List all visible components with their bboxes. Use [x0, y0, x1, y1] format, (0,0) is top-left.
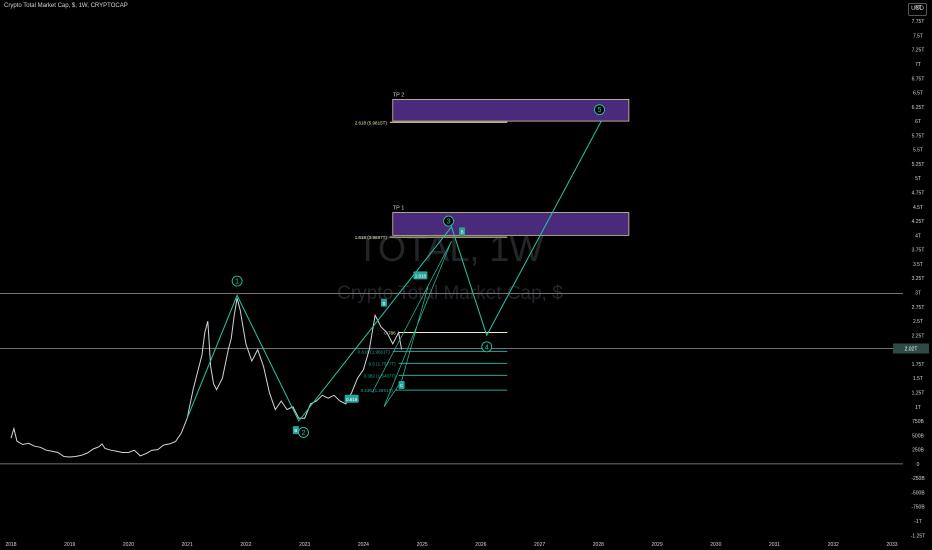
y-axis-tick: 6T: [915, 119, 921, 125]
target-zone-label: TP 1: [393, 206, 405, 212]
target-zones: TP 2 TP 1: [392, 92, 630, 236]
x-axis-tick: 2021: [182, 542, 193, 548]
y-axis-tick: -250B: [911, 476, 925, 482]
y-axis-tick: 5.5T: [913, 148, 923, 154]
y-axis-tick: 750B: [912, 419, 924, 425]
y-axis-tick: 6.75T: [912, 76, 925, 82]
y-axis-tick: 5T: [915, 176, 921, 182]
price-chart[interactable]: 2.618 (5.9815T)1.618 (3.9697T)0.7860.618…: [0, 0, 932, 550]
x-axis-tick: 2032: [828, 542, 839, 548]
y-axis-tick: 250B: [912, 448, 924, 454]
y-axis-tick: 5.75T: [912, 133, 925, 139]
y-axis-tick: 7.75T: [912, 19, 925, 25]
y-axis-tick: 4.75T: [912, 191, 925, 197]
y-axis-tick: 4T: [915, 233, 921, 239]
x-axis-tick: 2023: [299, 542, 310, 548]
elliott-wave: 123451.6180.618BCBB: [186, 104, 605, 438]
wave-label: 4: [485, 344, 489, 351]
wave-label: 5: [598, 107, 602, 114]
y-axis-tick: 3.25T: [912, 276, 925, 282]
fib-level-label: 0.5 (1.7577T): [369, 361, 397, 366]
badge-label: B: [294, 428, 297, 433]
y-axis-tick: 500B: [912, 433, 924, 439]
y-axis-tick: -1.25T: [911, 533, 925, 539]
y-axis-tick: -1T: [914, 519, 922, 525]
y-axis-tick: 0: [917, 462, 920, 468]
x-axis-tick: 2027: [534, 542, 545, 548]
watermark-description: Crypto Total Market Cap, $: [337, 283, 563, 304]
y-axis-tick: 2.75T: [912, 305, 925, 311]
y-axis-tick: 1T: [915, 405, 921, 411]
x-axis-tick: 2030: [710, 542, 721, 548]
y-axis-tick: 3T: [915, 290, 921, 296]
x-axis-tick: 2026: [475, 542, 486, 548]
fib-level-label: 2.618 (5.9815T): [355, 120, 388, 125]
y-axis-tick: 5.25T: [912, 162, 925, 168]
y-axis-tick: 1.25T: [912, 390, 925, 396]
y-axis-tick: -750B: [911, 505, 925, 511]
x-axis-tick: 2033: [886, 542, 897, 548]
x-axis-tick: 2025: [417, 542, 428, 548]
badge-label: 1.618: [415, 273, 427, 278]
price-series: [10, 298, 403, 458]
price-line: [10, 298, 403, 458]
target-zone-label: TP 2: [393, 92, 405, 98]
x-axis-tick: 2018: [5, 542, 16, 548]
x-axis-tick: 2028: [593, 542, 604, 548]
wave-label: 2: [302, 430, 306, 437]
x-axis-tick: 2029: [652, 542, 663, 548]
y-axis-tick: 2.25T: [912, 333, 925, 339]
fib-level-label: 0.236 (1.2851T): [361, 388, 394, 393]
y-axis-tick: 3.5T: [913, 262, 923, 268]
target-zone: [392, 99, 630, 122]
chart-grid: [0, 293, 903, 465]
y-axis-tick: 4.5T: [913, 205, 923, 211]
y-axis-tick: 2.5T: [913, 319, 923, 325]
y-axis-tick: 4.25T: [912, 219, 925, 225]
badge-label: 0.618: [346, 397, 358, 402]
y-axis-tick: 7T: [915, 62, 921, 68]
fib-level-label: 0.618 (1.9661T): [358, 349, 391, 354]
x-axis-tick: 2020: [123, 542, 134, 548]
x-axis-tick: 2031: [769, 542, 780, 548]
x-axis-tick: 2022: [240, 542, 251, 548]
y-axis-tick: 1.75T: [912, 362, 925, 368]
y-axis-tick: 7.5T: [913, 33, 923, 39]
y-axis-tick: 1.5T: [913, 376, 923, 382]
chart-header: Crypto Total Market Cap, $, 1W, CRYPTOCA…: [4, 3, 128, 9]
watermark-symbol: TOTAL, 1W: [356, 228, 544, 269]
axes: 8T7.75T7.5T7.25T7T6.75T6.5T6.25T6T5.75T5…: [5, 0, 932, 550]
x-axis-tick: 2024: [358, 542, 369, 548]
currency-button[interactable]: USD: [908, 3, 927, 16]
y-axis-tick: 7.25T: [912, 48, 925, 54]
y-axis-tick: 6.5T: [913, 91, 923, 97]
x-axis-tick: 2019: [64, 542, 75, 548]
y-axis-tick: 6.25T: [912, 105, 925, 111]
wave-label: 3: [447, 219, 451, 226]
y-axis-tick: 3.75T: [912, 248, 925, 254]
y-axis-tick: -500B: [911, 490, 925, 496]
current-price-label: 2.02T: [905, 346, 918, 352]
